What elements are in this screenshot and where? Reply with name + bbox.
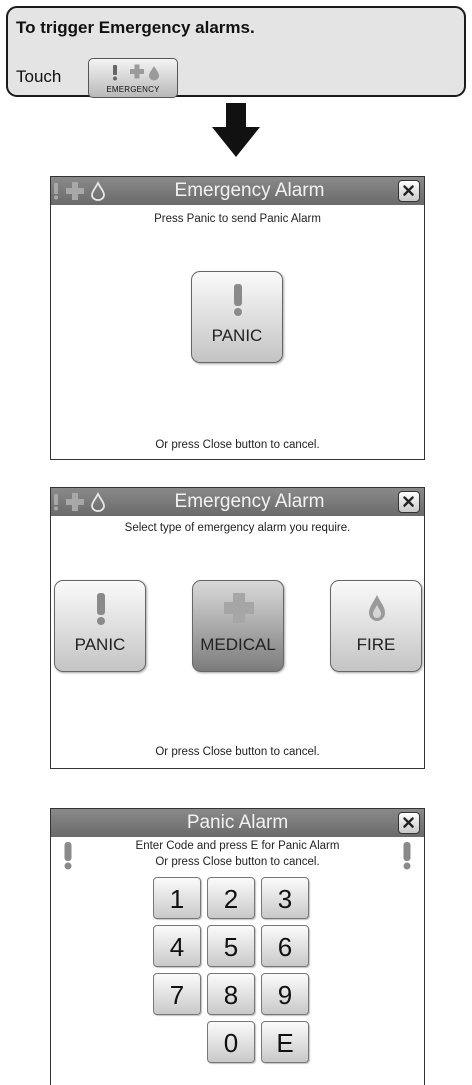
panic-button-label: PANIC [211,326,263,345]
key-2[interactable]: 2 [207,877,255,919]
medical-button-label: MEDICAL [200,635,276,654]
close-button[interactable] [398,812,420,834]
panic-button[interactable]: PANIC [191,271,283,363]
close-button[interactable] [398,180,420,202]
key-4[interactable]: 4 [153,925,201,967]
close-icon [403,496,414,507]
close-icon [403,185,414,196]
fire-button-label: FIRE [356,635,396,654]
close-icon [403,817,414,828]
titlebar: Emergency Alarm [51,177,424,205]
key-5[interactable]: 5 [207,925,255,967]
emergency-button[interactable]: EMERGENCY [88,58,178,98]
down-arrow-icon [212,103,260,157]
medical-button[interactable]: MEDICAL [192,580,284,672]
emergency-button-label: EMERGENCY [106,85,160,94]
keypad-instruction: Enter Code and press E for Panic Alarm [135,840,340,852]
keypad-cancel-hint: Or press Close button to cancel. [155,856,320,868]
key-3[interactable]: 3 [261,877,309,919]
screen-footer: Or press Close button to cancel. [155,439,320,451]
instruction-title: To trigger Emergency alarms. [16,18,255,37]
fire-button[interactable]: FIRE [330,580,422,672]
emergency-icons [113,64,159,81]
window-title: Panic Alarm [186,812,289,833]
panic-button-label: PANIC [74,635,126,654]
window-title: Emergency Alarm [174,180,325,201]
exclamation-icon [97,593,105,625]
titlebar: Emergency Alarm [51,488,424,516]
instruction-callout: To trigger Emergency alarms. Touch EMERG… [6,6,466,98]
key-enter[interactable]: E [261,1021,309,1063]
key-9[interactable]: 9 [261,973,309,1015]
medical-cross-icon [224,593,254,623]
key-6[interactable]: 6 [261,925,309,967]
screen-footer: Or press Close button to cancel. [155,746,320,758]
panic-alarm-keypad-screen: Panic Alarm Enter Code and press E for P… [50,808,425,1085]
close-button[interactable] [398,491,420,513]
key-1[interactable]: 1 [153,877,201,919]
key-0[interactable]: 0 [207,1021,255,1063]
panic-button[interactable]: PANIC [54,580,146,672]
emergency-alarm-screen-select: Emergency Alarm Select type of emergency… [50,487,425,769]
emergency-alarm-screen-panic: Emergency Alarm Press Panic to send Pani… [50,176,425,460]
fire-drop-icon [369,595,385,621]
exclamation-icon [234,284,242,316]
touch-label: Touch [16,67,62,86]
screen-subtitle: Press Panic to send Panic Alarm [154,213,321,225]
key-8[interactable]: 8 [207,973,255,1015]
window-title: Emergency Alarm [174,491,325,512]
screen-subtitle: Select type of emergency alarm you requi… [124,522,351,534]
key-7[interactable]: 7 [153,973,201,1015]
titlebar: Panic Alarm [51,809,424,837]
